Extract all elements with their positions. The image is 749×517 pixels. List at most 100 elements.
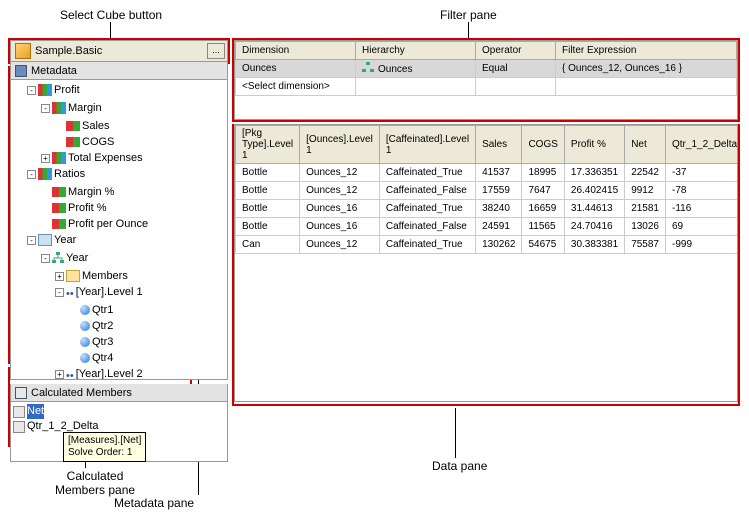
calc-members-title: Calculated Members xyxy=(31,387,132,399)
table-cell[interactable]: 26.402415 xyxy=(564,182,624,200)
filter-col-expression[interactable]: Filter Expression xyxy=(556,42,737,60)
filter-row[interactable]: Ounces Ounces Equal { Ounces_12, Ounces_… xyxy=(236,60,737,78)
table-cell[interactable]: Bottle xyxy=(236,182,300,200)
metadata-tree[interactable]: -Profit -Margin Sales COGS +Total Expens… xyxy=(10,80,228,380)
table-cell[interactable]: 13026 xyxy=(625,218,666,236)
table-cell[interactable]: 54675 xyxy=(522,236,564,254)
filter-cell-dimension[interactable]: Ounces xyxy=(236,60,356,78)
data-col-header[interactable]: [Pkg Type].Level 1 xyxy=(236,126,300,164)
calc-member-tooltip: [Measures].[Net] Solve Order: 1 xyxy=(63,432,146,462)
tree-item-year-dim[interactable]: Year xyxy=(54,232,76,248)
table-cell[interactable]: -116 xyxy=(666,200,739,218)
table-cell[interactable]: -37 xyxy=(666,164,739,182)
table-cell[interactable]: Ounces_16 xyxy=(300,218,380,236)
tree-toggle[interactable]: + xyxy=(55,272,64,281)
filter-cell-operator[interactable]: Equal xyxy=(476,60,556,78)
tree-item-year-hier[interactable]: Year xyxy=(66,250,88,266)
table-cell[interactable]: 41537 xyxy=(476,164,522,182)
filter-pane[interactable]: Dimension Hierarchy Operator Filter Expr… xyxy=(234,40,738,120)
table-cell[interactable]: Caffeinated_False xyxy=(379,218,475,236)
table-cell[interactable]: Caffeinated_False xyxy=(379,182,475,200)
data-col-header[interactable]: Qtr_1_2_Delta xyxy=(666,126,739,164)
calc-member-net[interactable]: Net xyxy=(13,404,225,419)
table-row[interactable]: BottleOunces_12Caffeinated_False17559764… xyxy=(236,182,739,200)
table-cell[interactable]: Bottle xyxy=(236,218,300,236)
tree-item-qtr1[interactable]: Qtr1 xyxy=(92,302,113,318)
data-col-header[interactable]: Net xyxy=(625,126,666,164)
tree-toggle[interactable]: - xyxy=(41,254,50,263)
tree-toggle[interactable]: - xyxy=(55,288,64,297)
tree-item-qtr4[interactable]: Qtr4 xyxy=(92,350,113,366)
table-cell[interactable]: 17.336351 xyxy=(564,164,624,182)
tree-toggle[interactable]: - xyxy=(41,104,50,113)
tree-item-year-l2[interactable]: [Year].Level 2 xyxy=(76,366,143,380)
tree-item-year-l1[interactable]: [Year].Level 1 xyxy=(76,284,143,300)
table-cell[interactable]: 38240 xyxy=(476,200,522,218)
tree-toggle[interactable]: - xyxy=(27,86,36,95)
tree-item-members[interactable]: Members xyxy=(82,268,128,284)
table-cell[interactable]: Bottle xyxy=(236,164,300,182)
filter-row-placeholder[interactable]: <Select dimension> xyxy=(236,78,737,96)
table-cell[interactable]: 75587 xyxy=(625,236,666,254)
tree-item-qtr2[interactable]: Qtr2 xyxy=(92,318,113,334)
table-cell[interactable]: Ounces_12 xyxy=(300,164,380,182)
tree-item-margin-pct[interactable]: Margin % xyxy=(68,184,114,200)
filter-placeholder-cell[interactable]: <Select dimension> xyxy=(236,78,356,96)
table-cell[interactable]: 69 xyxy=(666,218,739,236)
table-cell[interactable]: Caffeinated_True xyxy=(379,236,475,254)
tree-item-ratios[interactable]: Ratios xyxy=(54,166,85,182)
calc-members-list[interactable]: Net Qtr_1_2_Delta [Measures].[Net] Solve… xyxy=(10,402,228,462)
data-col-header[interactable]: Profit % xyxy=(564,126,624,164)
table-cell[interactable]: 11565 xyxy=(522,218,564,236)
tree-item-profit-pct[interactable]: Profit % xyxy=(68,200,107,216)
filter-col-operator[interactable]: Operator xyxy=(476,42,556,60)
table-row[interactable]: BottleOunces_16Caffeinated_False24591115… xyxy=(236,218,739,236)
table-cell[interactable]: 130262 xyxy=(476,236,522,254)
filter-col-hierarchy[interactable]: Hierarchy xyxy=(356,42,476,60)
tree-toggle[interactable]: - xyxy=(27,236,36,245)
table-cell[interactable]: 22542 xyxy=(625,164,666,182)
data-col-header[interactable]: [Caffeinated].Level 1 xyxy=(379,126,475,164)
table-cell[interactable]: 21581 xyxy=(625,200,666,218)
tree-toggle[interactable]: + xyxy=(41,154,50,163)
tree-toggle[interactable]: - xyxy=(27,170,36,179)
filter-cell-expression[interactable]: { Ounces_12, Ounces_16 } xyxy=(556,60,737,78)
filter-cell-hierarchy[interactable]: Ounces xyxy=(356,60,476,78)
tree-item-qtr3[interactable]: Qtr3 xyxy=(92,334,113,350)
table-cell[interactable]: -999 xyxy=(666,236,739,254)
select-cube-button[interactable]: ... xyxy=(207,43,225,59)
table-row[interactable]: BottleOunces_12Caffeinated_True415371899… xyxy=(236,164,739,182)
table-cell[interactable]: Caffeinated_True xyxy=(379,200,475,218)
data-col-header[interactable]: COGS xyxy=(522,126,564,164)
tree-item-cogs[interactable]: COGS xyxy=(82,134,114,150)
table-cell[interactable]: Ounces_12 xyxy=(300,182,380,200)
table-cell[interactable]: Can xyxy=(236,236,300,254)
data-col-header[interactable]: Sales xyxy=(476,126,522,164)
table-cell[interactable]: 30.383381 xyxy=(564,236,624,254)
filter-col-dimension[interactable]: Dimension xyxy=(236,42,356,60)
table-cell[interactable]: 24.70416 xyxy=(564,218,624,236)
data-pane[interactable]: [Pkg Type].Level 1[Ounces].Level 1[Caffe… xyxy=(234,124,738,402)
tree-item-margin[interactable]: Margin xyxy=(68,100,102,116)
table-cell[interactable]: 9912 xyxy=(625,182,666,200)
tree-item-profit[interactable]: Profit xyxy=(54,82,80,98)
tree-item-profit-per-ounce[interactable]: Profit per Ounce xyxy=(68,216,148,232)
table-row[interactable]: CanOunces_12Caffeinated_True130262546753… xyxy=(236,236,739,254)
measure-icon xyxy=(52,187,66,197)
table-cell[interactable]: -78 xyxy=(666,182,739,200)
table-cell[interactable]: 31.44613 xyxy=(564,200,624,218)
table-cell[interactable]: Caffeinated_True xyxy=(379,164,475,182)
tree-item-total-expenses[interactable]: Total Expenses xyxy=(68,150,143,166)
table-cell[interactable]: 16659 xyxy=(522,200,564,218)
data-col-header[interactable]: [Ounces].Level 1 xyxy=(300,126,380,164)
table-cell[interactable]: 24591 xyxy=(476,218,522,236)
table-cell[interactable]: 18995 xyxy=(522,164,564,182)
table-cell[interactable]: 7647 xyxy=(522,182,564,200)
table-cell[interactable]: Ounces_12 xyxy=(300,236,380,254)
table-cell[interactable]: 17559 xyxy=(476,182,522,200)
table-cell[interactable]: Ounces_16 xyxy=(300,200,380,218)
tree-toggle[interactable]: + xyxy=(55,370,64,379)
table-row[interactable]: BottleOunces_16Caffeinated_True382401665… xyxy=(236,200,739,218)
table-cell[interactable]: Bottle xyxy=(236,200,300,218)
tree-item-sales[interactable]: Sales xyxy=(82,118,110,134)
